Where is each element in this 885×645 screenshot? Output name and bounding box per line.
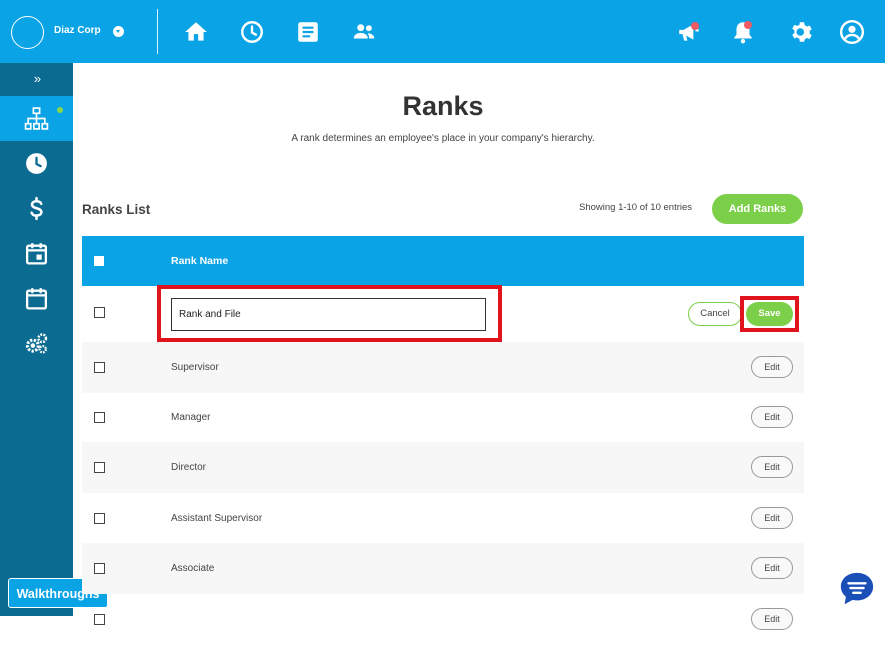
row-checkbox[interactable] (94, 513, 105, 524)
row-checkbox[interactable] (94, 362, 105, 373)
gear-icon[interactable] (789, 19, 815, 45)
page-title: Ranks (402, 91, 484, 121)
rank-name-input[interactable]: Rank and File (171, 298, 486, 331)
row-checkbox[interactable] (94, 563, 105, 574)
bell-icon[interactable] (730, 19, 756, 45)
sidebar-item-org-chart[interactable] (0, 96, 73, 141)
table-row: Supervisor Edit (82, 342, 804, 393)
column-rank-name: Rank Name (171, 255, 229, 267)
org-chart-icon (24, 107, 49, 130)
top-bar: Diaz Corp (0, 0, 885, 63)
edit-button[interactable]: Edit (751, 608, 793, 630)
chat-icon[interactable] (838, 570, 876, 608)
sidebar: » (0, 63, 73, 616)
sidebar-item-payroll[interactable] (0, 186, 73, 231)
rank-name: Supervisor (171, 362, 219, 373)
dollar-icon (30, 196, 43, 221)
notification-dot (744, 21, 752, 29)
home-icon[interactable] (183, 19, 209, 45)
clock-icon (26, 153, 47, 174)
rank-name: Assistant Supervisor (171, 513, 263, 524)
edit-button[interactable]: Edit (751, 356, 793, 378)
entries-count: Showing 1-10 of 10 entries (579, 202, 693, 213)
sidebar-item-schedule[interactable] (0, 231, 73, 276)
table-row: Assistant Supervisor Edit (82, 493, 804, 544)
row-checkbox[interactable] (94, 412, 105, 423)
table-header: Rank Name (82, 236, 804, 286)
divider (157, 9, 158, 54)
cancel-button[interactable]: Cancel (688, 302, 742, 326)
edit-button[interactable]: Edit (751, 507, 793, 529)
sidebar-expand-toggle[interactable]: » (0, 63, 73, 95)
megaphone-icon[interactable] (676, 19, 702, 45)
calendar-blank-icon (25, 288, 48, 310)
row-checkbox[interactable] (94, 462, 105, 473)
edit-button[interactable]: Edit (751, 406, 793, 428)
rank-name: Associate (171, 563, 215, 574)
settings-gears-icon (25, 333, 48, 354)
select-all-checkbox[interactable] (94, 256, 104, 266)
calendar-icon (25, 243, 48, 265)
notification-dot (691, 22, 699, 30)
company-logo[interactable] (11, 16, 44, 49)
sidebar-item-settings[interactable] (0, 321, 73, 366)
company-name[interactable]: Diaz Corp (54, 25, 101, 36)
rank-name: Manager (171, 412, 211, 423)
edit-button[interactable]: Edit (751, 456, 793, 478)
save-button[interactable]: Save (746, 302, 793, 326)
table-row: Edit (82, 594, 804, 645)
status-dot (57, 107, 63, 113)
sidebar-item-time[interactable] (0, 141, 73, 186)
row-checkbox[interactable] (94, 307, 105, 318)
user-icon[interactable] (839, 19, 865, 45)
people-icon[interactable] (351, 19, 377, 45)
page-subtitle: A rank determines an employee's place in… (291, 133, 595, 144)
edit-button[interactable]: Edit (751, 557, 793, 579)
table-row: Manager Edit (82, 392, 804, 443)
add-ranks-button[interactable]: Add Ranks (712, 194, 803, 224)
table-row: Director Edit (82, 442, 804, 493)
document-icon[interactable] (295, 19, 321, 45)
chevron-down-icon[interactable] (113, 26, 124, 37)
clock-icon[interactable] (239, 19, 265, 45)
sidebar-item-calendar[interactable] (0, 276, 73, 321)
table-row: Associate Edit (82, 543, 804, 594)
list-title: Ranks List (82, 202, 151, 217)
rank-name: Director (171, 462, 207, 473)
